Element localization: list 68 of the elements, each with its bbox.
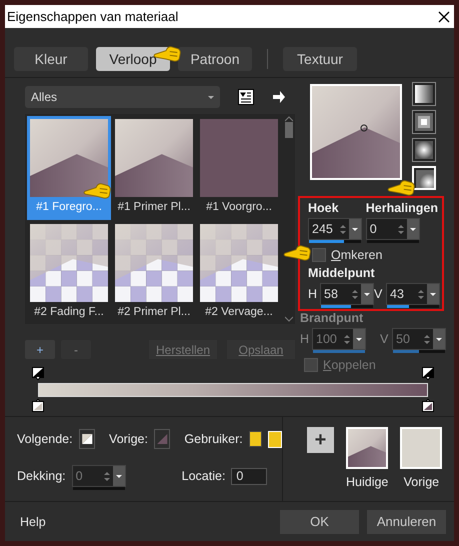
field-label: Dekking: xyxy=(17,469,66,483)
spin-arrows-icon[interactable] xyxy=(339,224,347,234)
window-title: Eigenschappen van materiaal xyxy=(7,9,178,24)
tab[interactable]: Verloop xyxy=(96,46,170,70)
caret-icon xyxy=(208,96,214,98)
field-label: Locatie: xyxy=(182,469,226,483)
color-stop-marker[interactable] xyxy=(422,399,434,412)
caret-icon[interactable] xyxy=(430,292,436,296)
caret-icon[interactable] xyxy=(352,228,358,230)
gradient-preview[interactable] xyxy=(310,84,402,180)
field-label: Volgende: xyxy=(17,432,73,446)
caret-icon[interactable] xyxy=(364,292,370,296)
section-label: Brandpunt xyxy=(300,311,364,325)
gradient-bar[interactable] xyxy=(38,383,428,397)
color-swatch[interactable] xyxy=(154,429,170,449)
axis-label: H xyxy=(300,332,308,346)
material-swatch[interactable] xyxy=(400,427,442,469)
color-swatch[interactable] xyxy=(78,429,96,449)
axis-label: V xyxy=(374,287,382,301)
add-swatch-button[interactable]: + xyxy=(307,427,334,453)
color-swatch[interactable] xyxy=(248,431,262,447)
spin-field[interactable]: 43 xyxy=(386,283,440,305)
field-label: Herhalingen xyxy=(366,201,438,216)
opacity-stop-marker[interactable] xyxy=(32,367,44,380)
gradient-type-button[interactable] xyxy=(412,82,436,106)
swatch-label: Vorige xyxy=(404,475,440,489)
spin-arrows-icon[interactable] xyxy=(396,224,405,234)
chevron-up-icon[interactable] xyxy=(285,116,293,122)
field-label: Hoek xyxy=(308,201,340,216)
gradient-type-button[interactable] xyxy=(412,138,436,162)
dialog-button[interactable]: Annuleren xyxy=(367,510,446,534)
caret-icon[interactable] xyxy=(436,338,442,340)
field-label: Gebruiker: xyxy=(184,432,243,446)
checkbox-label: Omkeren xyxy=(331,248,382,262)
caret-icon[interactable] xyxy=(356,338,362,340)
color-stop-marker[interactable] xyxy=(32,399,44,412)
tab[interactable]: Patroon xyxy=(178,46,252,70)
dialog-button[interactable]: OK xyxy=(280,510,359,534)
list-view-icon[interactable] xyxy=(238,89,254,105)
location-field[interactable]: 0 xyxy=(231,468,268,484)
spin-field[interactable]: 58 xyxy=(320,283,374,305)
arrow-right-icon[interactable] xyxy=(272,90,286,104)
help-link[interactable]: Help xyxy=(20,514,272,528)
tab[interactable]: Kleur xyxy=(14,46,88,70)
tab[interactable]: Textuur xyxy=(283,46,357,70)
close-icon[interactable] xyxy=(438,10,450,22)
caret-icon[interactable] xyxy=(410,228,416,230)
axis-label: V xyxy=(380,332,388,346)
spin-arrows-icon[interactable] xyxy=(423,334,431,344)
scroll-thumb[interactable] xyxy=(285,122,293,138)
spin-arrows-icon[interactable] xyxy=(417,288,425,300)
field-label: Vorige: xyxy=(109,432,148,446)
gradient-type-button[interactable] xyxy=(412,110,436,134)
swatch-label: Huidige xyxy=(346,475,388,489)
checkbox-label: Koppelen xyxy=(323,358,376,372)
add-stop-button[interactable]: + xyxy=(25,340,55,359)
checkbox[interactable] xyxy=(312,248,326,262)
spin-arrows-icon[interactable] xyxy=(351,288,359,300)
chevron-down-icon[interactable] xyxy=(285,316,293,322)
remove-stop-button[interactable]: - xyxy=(61,340,91,359)
spin-field[interactable]: 245 xyxy=(308,218,362,240)
section-label: Middelpunt xyxy=(308,266,375,280)
spin-arrows-icon[interactable] xyxy=(343,334,351,344)
axis-label: H xyxy=(308,287,316,301)
spin-field[interactable]: 0 xyxy=(366,218,420,240)
filter-dropdown[interactable]: Alles xyxy=(25,86,220,108)
material-swatch[interactable] xyxy=(346,427,388,469)
opacity-stop-marker[interactable] xyxy=(422,367,434,380)
